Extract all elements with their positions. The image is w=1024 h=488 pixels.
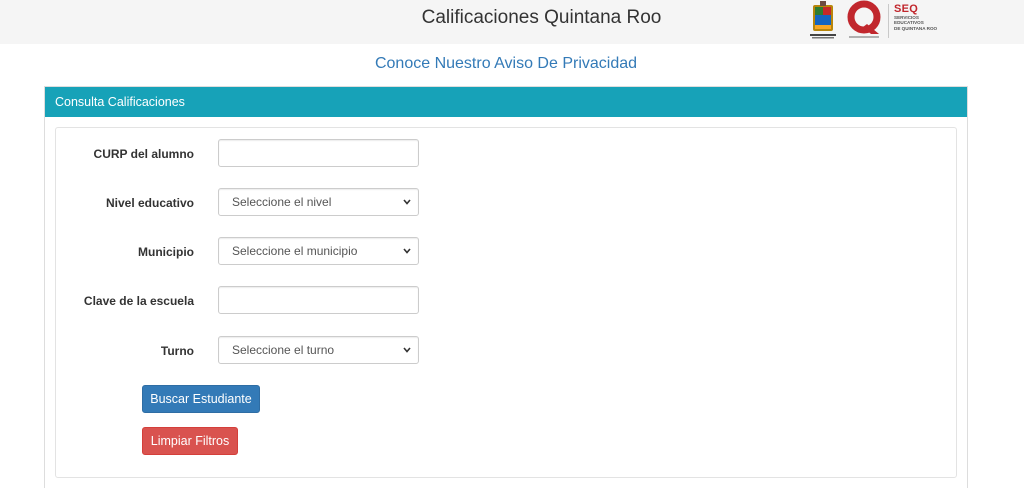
chevron-down-icon — [403, 199, 411, 205]
search-form: CURP del alumno Nivel educativo Seleccio… — [55, 127, 957, 478]
quintana-roo-q-logo-icon — [847, 0, 881, 38]
seq-logo-line-3: DE QUINTANA ROO — [894, 25, 938, 31]
panel-heading: Consulta Calificaciones — [45, 87, 967, 117]
municipio-selected-value: Seleccione el municipio — [232, 244, 358, 258]
municipio-select[interactable]: Seleccione el municipio — [218, 237, 419, 265]
top-header: Calificaciones Quintana Roo SEQ SERVICIO… — [0, 0, 1024, 44]
nivel-label: Nivel educativo — [105, 196, 194, 210]
search-student-button[interactable]: Buscar Estudiante — [142, 385, 260, 413]
clear-filters-button[interactable]: Limpiar Filtros — [142, 427, 238, 455]
municipio-label: Municipio — [138, 245, 194, 259]
turno-label: Turno — [160, 344, 194, 358]
curp-label: CURP del alumno — [93, 147, 194, 161]
nivel-selected-value: Seleccione el nivel — [232, 195, 332, 209]
state-coat-of-arms-icon — [810, 1, 836, 39]
clave-escuela-input[interactable] — [218, 286, 419, 314]
logo-separator — [888, 4, 889, 38]
seq-logo-name: SEQ — [894, 3, 919, 15]
consulta-panel: Consulta Calificaciones CURP del alumno … — [44, 86, 968, 488]
clave-escuela-label: Clave de la escuela — [83, 294, 194, 308]
chevron-down-icon — [403, 248, 411, 254]
turno-select[interactable]: Seleccione el turno — [218, 336, 419, 364]
privacy-notice-link[interactable]: Conoce Nuestro Aviso De Privacidad — [0, 55, 1012, 73]
nivel-select[interactable]: Seleccione el nivel — [218, 188, 419, 216]
turno-selected-value: Seleccione el turno — [232, 343, 335, 357]
chevron-down-icon — [403, 347, 411, 353]
curp-input[interactable] — [218, 139, 419, 167]
seq-logo: SEQ SERVICIOS EDUCATIVOS DE QUINTANA ROO — [894, 3, 964, 31]
